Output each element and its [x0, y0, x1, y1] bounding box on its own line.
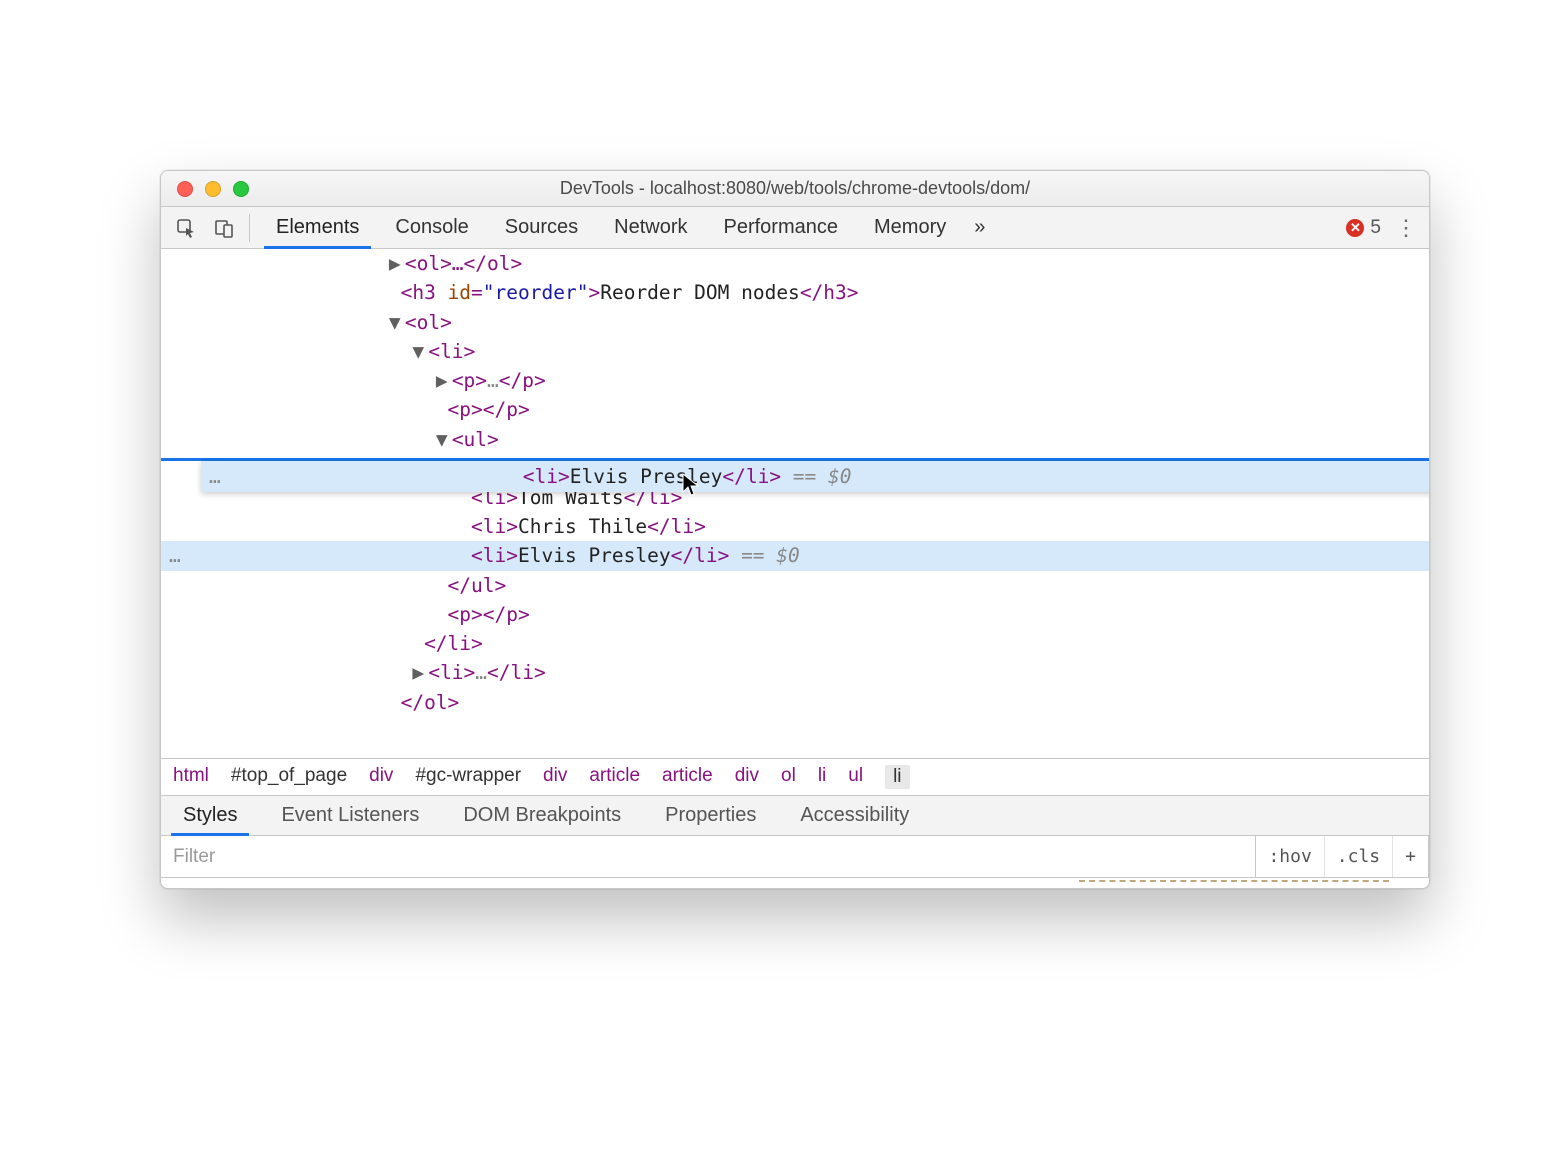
traffic-lights	[161, 181, 249, 197]
panel-tabs: Elements Console Sources Network Perform…	[258, 207, 964, 248]
subtab-styles[interactable]: Styles	[161, 796, 259, 835]
breadcrumb-item-selected[interactable]: li	[885, 765, 909, 789]
breadcrumb: html #top_of_page div #gc-wrapper div ar…	[161, 759, 1429, 796]
new-style-rule-button[interactable]: +	[1393, 836, 1429, 877]
error-count: 5	[1370, 217, 1381, 239]
dom-row[interactable]: <li>Chris Thile</li>	[161, 512, 1429, 541]
dom-row[interactable]: ▶<p>…</p>	[161, 366, 1429, 395]
subtab-accessibility[interactable]: Accessibility	[778, 796, 931, 835]
styles-buttons: :hov .cls +	[1255, 836, 1429, 877]
error-icon: ✕	[1346, 219, 1364, 237]
dom-row[interactable]: <p></p>	[161, 600, 1429, 629]
error-counter[interactable]: ✕ 5	[1336, 217, 1391, 239]
device-toggle-icon[interactable]	[207, 213, 241, 243]
dom-row-selected[interactable]: … <li>Elvis Presley</li> == $0	[161, 541, 1429, 570]
dom-row[interactable]: ▼<li>	[161, 337, 1429, 366]
breadcrumb-item[interactable]: div	[735, 765, 759, 789]
tab-elements[interactable]: Elements	[258, 207, 377, 248]
tab-network[interactable]: Network	[596, 207, 705, 248]
drag-ghost-row: … <li>Elvis Presley</li> == $0	[201, 461, 1429, 492]
minimize-icon[interactable]	[205, 181, 221, 197]
breadcrumb-item[interactable]: ol	[781, 765, 796, 789]
breadcrumb-item[interactable]: article	[589, 765, 640, 789]
titlebar: DevTools - localhost:8080/web/tools/chro…	[161, 171, 1429, 207]
subtab-properties[interactable]: Properties	[643, 796, 778, 835]
breadcrumb-item[interactable]: #gc-wrapper	[415, 765, 521, 789]
styles-toolbar: :hov .cls +	[161, 836, 1429, 878]
dom-row[interactable]: ▶<li>…</li>	[161, 658, 1429, 687]
dom-row[interactable]: <p></p>	[161, 395, 1429, 424]
breadcrumb-item[interactable]: #top_of_page	[231, 765, 347, 789]
breadcrumb-item[interactable]: li	[818, 765, 826, 789]
close-icon[interactable]	[177, 181, 193, 197]
tab-memory[interactable]: Memory	[856, 207, 964, 248]
mouse-cursor-icon	[681, 472, 701, 496]
kebab-menu-icon[interactable]: ⋮	[1391, 215, 1421, 241]
dom-row[interactable]: </ol>	[161, 688, 1429, 717]
styles-filter-input[interactable]	[161, 836, 1255, 877]
breadcrumb-item[interactable]: html	[173, 765, 209, 789]
breadcrumb-item[interactable]: div	[369, 765, 393, 789]
box-model-preview	[1079, 880, 1389, 884]
main-toolbar: Elements Console Sources Network Perform…	[161, 207, 1429, 249]
tabs-overflow-icon[interactable]: »	[964, 207, 995, 248]
dom-tree[interactable]: ▶<ol>…</ol> <h3 id="reorder">Reorder DOM…	[161, 249, 1429, 759]
dom-row[interactable]: ▼<ul>	[161, 425, 1429, 454]
zoom-icon[interactable]	[233, 181, 249, 197]
breadcrumb-item[interactable]: ul	[848, 765, 863, 789]
toolbar-separator	[249, 214, 250, 242]
styles-content	[161, 878, 1429, 888]
tab-console[interactable]: Console	[377, 207, 486, 248]
dom-row[interactable]: ▼<ol>	[161, 308, 1429, 337]
hov-button[interactable]: :hov	[1256, 836, 1324, 877]
breadcrumb-item[interactable]: div	[543, 765, 567, 789]
subtab-dom-breakpoints[interactable]: DOM Breakpoints	[441, 796, 643, 835]
cls-button[interactable]: .cls	[1325, 836, 1393, 877]
sidebar-tabs: Styles Event Listeners DOM Breakpoints P…	[161, 796, 1429, 836]
tab-sources[interactable]: Sources	[487, 207, 596, 248]
dom-row[interactable]: </li>	[161, 629, 1429, 658]
dom-row[interactable]: </ul>	[161, 571, 1429, 600]
subtab-event-listeners[interactable]: Event Listeners	[259, 796, 441, 835]
devtools-window: DevTools - localhost:8080/web/tools/chro…	[160, 170, 1430, 889]
breadcrumb-item[interactable]: article	[662, 765, 713, 789]
tab-performance[interactable]: Performance	[706, 207, 857, 248]
window-title: DevTools - localhost:8080/web/tools/chro…	[161, 178, 1429, 199]
dom-row[interactable]: ▶<ol>…</ol>	[161, 249, 1429, 278]
inspect-icon[interactable]	[169, 213, 203, 243]
dom-row[interactable]: <h3 id="reorder">Reorder DOM nodes</h3>	[161, 278, 1429, 307]
